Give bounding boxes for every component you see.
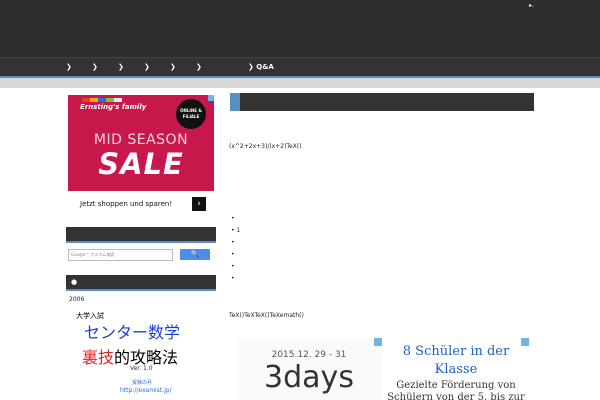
bullet-icon: ● bbox=[71, 278, 78, 286]
book-url[interactable]: http://examist.jp/ bbox=[120, 387, 172, 394]
ad-red-panel: Ernsting's family ONLINE & FILIALE MID S… bbox=[68, 95, 214, 191]
sidebar-search-header bbox=[66, 227, 216, 243]
nav-item-1[interactable]: ❯ bbox=[66, 62, 72, 73]
ad-badge: ONLINE & FILIALE bbox=[176, 99, 206, 129]
ad-klasse-title[interactable]: 8 Schüler in der Klasse bbox=[383, 343, 529, 379]
sidebar-ad-banner[interactable]: Ernsting's family ONLINE & FILIALE MID S… bbox=[68, 95, 214, 215]
list-item: • bbox=[231, 215, 235, 222]
nav-item-4[interactable]: ❯ bbox=[144, 62, 150, 73]
list-item: • 1 bbox=[231, 227, 241, 234]
ad-arrow-icon[interactable]: › bbox=[192, 197, 206, 211]
nav-item-qa[interactable]: ❯ Q&A bbox=[248, 62, 274, 73]
ad-brand-name: Ernsting's family bbox=[80, 103, 147, 111]
search-button[interactable]: 🔍 bbox=[180, 249, 210, 260]
post-title-accent bbox=[230, 93, 240, 111]
sidebar-section-header: ● bbox=[66, 275, 216, 291]
book-title-red: 裏技 bbox=[82, 348, 115, 367]
header-corner-mark: ▸. bbox=[529, 2, 534, 9]
archive-year[interactable]: 2006 bbox=[69, 296, 84, 303]
book-version: Ver. 1.0 bbox=[130, 365, 153, 372]
nav-item-5[interactable]: ❯ bbox=[170, 62, 176, 73]
list-item: • bbox=[231, 239, 235, 246]
book-publisher: 受験の月 bbox=[132, 380, 153, 386]
ad-cta-text[interactable]: Jetzt shoppen und sparen! bbox=[80, 200, 172, 208]
ad-brand-stripes bbox=[82, 98, 122, 102]
nav-item-6[interactable]: ❯ bbox=[196, 62, 202, 73]
list-item: • bbox=[231, 275, 235, 282]
site-header: ▸. bbox=[0, 0, 600, 57]
book-title-line1: センター数学 bbox=[84, 323, 181, 342]
main-nav: ❯ ❯ ❯ ❯ ❯ ❯ ❯ Q&A bbox=[0, 57, 600, 78]
header-divider-band bbox=[0, 78, 600, 88]
search-input[interactable]: Google™ カスタム検索 bbox=[68, 249, 173, 261]
nav-item-2[interactable]: ❯ bbox=[92, 62, 98, 73]
formula-text-1: (x^2+2x+3)/(x+2)TeX() bbox=[229, 143, 302, 150]
post-title-bar bbox=[230, 93, 534, 111]
ad-klasse-body: Gezielte Förderung von Schülern von der … bbox=[387, 380, 525, 400]
ad-headline-1: MID SEASON bbox=[93, 132, 189, 148]
formula-text-2: TeX()TeXTeX()TeXemath() bbox=[229, 312, 304, 319]
list-item: • bbox=[231, 251, 235, 258]
ad-3days-date: 2015.12. 29 - 31 bbox=[271, 350, 347, 360]
ad-info-icon[interactable] bbox=[208, 95, 214, 101]
ad-info-icon[interactable] bbox=[374, 338, 382, 346]
book-cover-banner[interactable]: 大学入試 センター数学 裏技的攻略法 Ver. 1.0 受験の月 http://… bbox=[74, 309, 214, 400]
ad-headline-2: SALE bbox=[98, 147, 184, 181]
list-item: • bbox=[231, 263, 235, 270]
nav-item-3[interactable]: ❯ bbox=[118, 62, 124, 73]
ad-klasse-banner[interactable]: 8 Schüler in der Klasse Gezielte Förderu… bbox=[383, 338, 529, 400]
ad-3days-banner[interactable]: 2015.12. 29 - 31 3days bbox=[236, 338, 382, 400]
ad-3days-headline: 3days bbox=[264, 360, 354, 395]
ad-info-icon[interactable] bbox=[521, 338, 529, 346]
